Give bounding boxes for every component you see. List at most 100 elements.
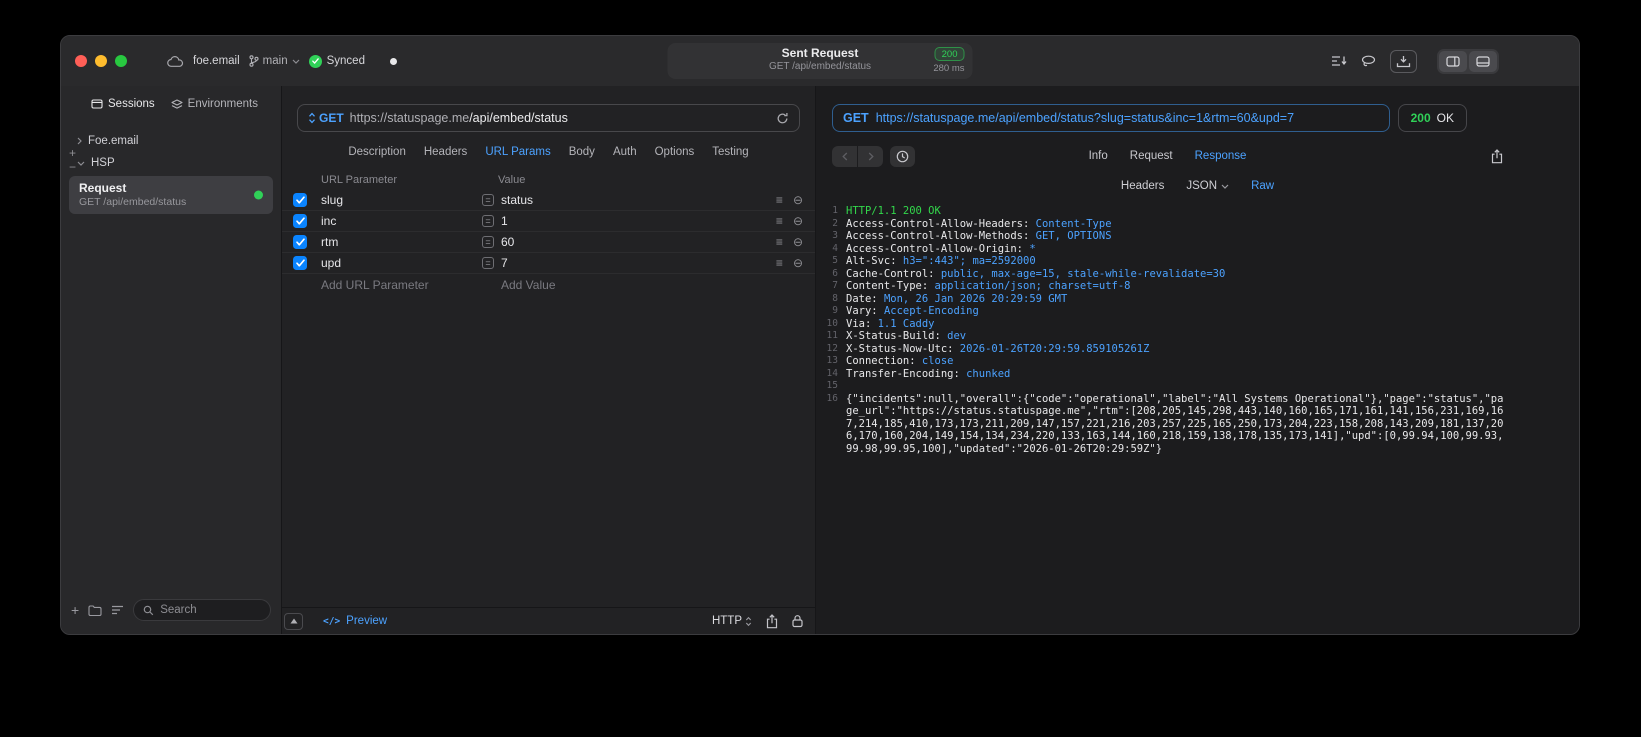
code-line: 11 X-Status-Build: dev	[820, 330, 1507, 343]
line-number: 6	[832, 267, 838, 279]
response-url-box[interactable]: GET https://statuspage.me/api/embed/stat…	[832, 104, 1390, 132]
add-param-value-placeholder[interactable]: Add Value	[501, 278, 556, 292]
row-remove-icon[interactable]: ⊖	[793, 257, 803, 269]
param-value[interactable]: 60	[501, 235, 514, 249]
minimize-window-button[interactable]	[95, 55, 107, 67]
line-number: 7	[832, 280, 838, 291]
row-remove-icon[interactable]: ⊖	[793, 215, 803, 227]
params-table-body: slug = status ≡ ⊖ inc = 1 ≡ ⊖ rtm = 60 ≡…	[282, 190, 815, 274]
param-checkbox[interactable]	[293, 214, 307, 228]
search-input[interactable]: Search	[133, 599, 271, 621]
request-tab-testing[interactable]: Testing	[712, 146, 748, 158]
code-line: 15	[820, 380, 1507, 393]
view-tab-headers[interactable]: Headers	[1121, 180, 1164, 192]
sort-list-icon[interactable]	[111, 605, 124, 615]
tab-sessions[interactable]: Sessions	[91, 98, 155, 110]
add-request-button[interactable]: +	[71, 603, 79, 617]
request-tab-body[interactable]: Body	[569, 146, 595, 158]
param-row: upd = 7 ≡ ⊖	[282, 253, 815, 274]
modified-indicator-dot	[389, 57, 397, 65]
toggle-right-panel-button[interactable]	[1439, 50, 1467, 72]
param-value[interactable]: 7	[501, 256, 508, 270]
line-number: 2	[832, 217, 838, 229]
request-tab-description[interactable]: Description	[348, 146, 406, 158]
param-checkbox[interactable]	[293, 235, 307, 249]
equals-icon: =	[482, 194, 494, 206]
request-url-bar[interactable]: GET https://statuspage.me/api/embed/stat…	[297, 104, 800, 132]
line-number: 3	[832, 230, 838, 241]
tab-info[interactable]: Info	[1089, 150, 1108, 162]
code-line: 4 Access-Control-Allow-Origin: *	[820, 243, 1507, 256]
sent-request-subtitle: GET /api/embed/status	[768, 61, 872, 72]
param-checkbox[interactable]	[293, 256, 307, 270]
param-value[interactable]: 1	[501, 214, 508, 228]
export-response-icon[interactable]	[1491, 148, 1503, 164]
code-line: 9 Vary: Accept-Encoding	[820, 305, 1507, 318]
row-menu-icon[interactable]: ≡	[776, 257, 783, 269]
check-icon	[295, 238, 305, 246]
chevron-right-icon	[77, 137, 82, 145]
param-row: inc = 1 ≡ ⊖	[282, 211, 815, 232]
history-clock-icon[interactable]	[890, 145, 915, 167]
branch-name: main	[262, 55, 288, 67]
protocol-selector[interactable]: HTTP	[712, 615, 752, 627]
url-host: https://statuspage.me	[349, 111, 470, 125]
resend-request-icon[interactable]	[776, 112, 789, 125]
add-group-button[interactable]: +	[69, 147, 76, 159]
param-value[interactable]: status	[501, 193, 533, 207]
tab-response[interactable]: Response	[1195, 150, 1247, 162]
line-content: Alt-Svc: h3=":443"; ma=2592000	[846, 255, 1036, 267]
add-param-name-placeholder[interactable]: Add URL Parameter	[321, 278, 482, 292]
response-method: GET	[843, 111, 869, 125]
tab-environments[interactable]: Environments	[171, 98, 258, 110]
toggle-bottom-panel-button[interactable]	[1469, 50, 1497, 72]
request-tab-auth[interactable]: Auth	[613, 146, 637, 158]
tab-request[interactable]: Request	[1130, 150, 1173, 162]
zoom-window-button[interactable]	[115, 55, 127, 67]
request-tab-options[interactable]: Options	[655, 146, 695, 158]
view-tab-raw[interactable]: Raw	[1251, 180, 1274, 192]
remove-group-button[interactable]: −	[69, 161, 76, 173]
import-response-icon[interactable]	[1390, 49, 1417, 73]
param-name[interactable]: upd	[321, 256, 482, 270]
expand-editor-button[interactable]	[284, 612, 303, 630]
request-list-item[interactable]: Request GET /api/embed/status	[69, 176, 273, 214]
param-name[interactable]: inc	[321, 214, 482, 228]
row-menu-icon[interactable]: ≡	[776, 236, 783, 248]
row-menu-icon[interactable]: ≡	[776, 215, 783, 227]
share-icon[interactable]	[766, 613, 778, 629]
request-status-capsule[interactable]: Sent Request GET /api/embed/status 200 2…	[667, 43, 973, 79]
view-tab-json[interactable]: JSON	[1186, 180, 1229, 192]
line-content: Connection: close	[846, 355, 954, 367]
tree-item-foe-email[interactable]: Foe.email	[61, 130, 281, 152]
close-window-button[interactable]	[75, 55, 87, 67]
project-name[interactable]: foe.email	[193, 55, 240, 67]
line-number: 1	[832, 205, 838, 216]
response-url: https://statuspage.me/api/embed/status?s…	[875, 111, 1295, 125]
lasso-icon[interactable]	[1361, 55, 1376, 68]
param-checkbox[interactable]	[293, 193, 307, 207]
row-menu-icon[interactable]: ≡	[776, 194, 783, 206]
new-folder-icon[interactable]	[88, 604, 102, 616]
protocol-label: HTTP	[711, 615, 742, 627]
lock-icon[interactable]	[792, 614, 803, 628]
param-name[interactable]: rtm	[321, 235, 482, 249]
request-editor-panel: GET https://statuspage.me/api/embed/stat…	[282, 86, 816, 634]
row-remove-icon[interactable]: ⊖	[793, 194, 803, 206]
search-icon	[143, 605, 154, 615]
row-remove-icon[interactable]: ⊖	[793, 236, 803, 248]
param-name[interactable]: slug	[321, 193, 482, 207]
sort-lines-icon[interactable]	[1331, 55, 1347, 67]
history-back-button[interactable]	[832, 145, 857, 167]
view-tab-json-label: JSON	[1186, 180, 1218, 192]
history-forward-button[interactable]	[858, 145, 883, 167]
add-param-row[interactable]: Add URL Parameter Add Value	[282, 274, 815, 295]
preview-button[interactable]: </> Preview	[323, 615, 387, 627]
method-selector[interactable]: GET	[308, 111, 344, 125]
column-url-parameter: URL Parameter	[321, 174, 398, 186]
branch-selector[interactable]: main	[249, 55, 300, 67]
code-area[interactable]: 1 HTTP/1.1 200 OK 2 Access-Control-Allow…	[816, 205, 1579, 634]
request-tab-url-params[interactable]: URL Params	[485, 146, 550, 158]
request-tab-headers[interactable]: Headers	[424, 146, 467, 158]
tree-item-hsp[interactable]: HSP	[61, 152, 281, 174]
